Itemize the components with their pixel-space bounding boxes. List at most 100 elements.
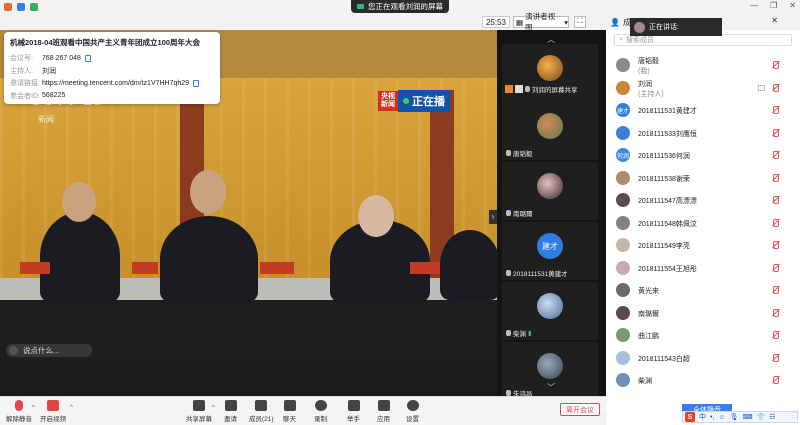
members-icon	[255, 400, 268, 411]
mic-muted-icon[interactable]	[771, 151, 779, 159]
mic-muted-icon[interactable]	[771, 106, 779, 114]
punctuation-icon[interactable]: •,	[710, 414, 714, 421]
video-button[interactable]: 开启视频	[40, 400, 66, 423]
chevron-up-icon[interactable]: ^	[32, 405, 35, 411]
avatar	[537, 113, 563, 139]
mic-muted-icon[interactable]	[771, 353, 779, 362]
video-tile[interactable]: 建才 2018111531黄建才	[502, 222, 598, 280]
member-name: 柴渊	[638, 378, 652, 385]
chat-hint[interactable]: 说点什么...	[6, 344, 92, 357]
copy-icon[interactable]	[84, 54, 91, 62]
mic-muted-icon[interactable]	[771, 83, 779, 92]
invite-button[interactable]: 邀请	[224, 400, 237, 423]
mic-icon[interactable]: 🎙	[730, 413, 739, 421]
share-screen-button[interactable]: 共享屏幕	[186, 400, 212, 423]
mic-muted-icon[interactable]	[771, 218, 779, 227]
member-row[interactable]: 曲江鹏	[606, 324, 800, 346]
screen-share-icon	[758, 84, 765, 91]
apps-icon	[377, 400, 390, 411]
record-button[interactable]: 录制	[314, 400, 327, 423]
fullscreen-button[interactable]: ⛶	[574, 16, 586, 28]
video-tile[interactable]: 南璐爾	[502, 162, 598, 220]
member-row[interactable]: 何润 2018111536何润	[606, 144, 800, 166]
member-name: 2018111538谢荣	[638, 175, 690, 183]
gear-icon	[406, 400, 419, 411]
signal-icon[interactable]	[30, 3, 38, 11]
member-row[interactable]: 2018111547高漂漂	[606, 189, 800, 211]
chevron-up-icon[interactable]: ^	[212, 405, 215, 411]
settings-button[interactable]: 设置	[406, 400, 419, 423]
close-panel-icon[interactable]: ✕	[771, 16, 778, 25]
camera-off-icon	[47, 400, 59, 411]
collapse-thumbnails-icon[interactable]: ›	[489, 210, 497, 224]
video-tile[interactable]: 唐韬毅	[502, 102, 598, 160]
shield-icon[interactable]	[17, 3, 25, 11]
member-row[interactable]: 2018111538谢荣	[606, 167, 800, 189]
mic-muted-icon[interactable]	[771, 196, 779, 204]
nameplate	[132, 262, 158, 274]
member-row[interactable]: 2018111533刘鹰恒	[606, 122, 800, 144]
video-tile[interactable]: 柴渊 ▮	[502, 282, 598, 340]
member-name: 2018111554王旭彤	[638, 265, 697, 273]
mic-muted-icon[interactable]	[771, 376, 779, 384]
member-row[interactable]: 2018111548韩佩汶	[606, 212, 800, 234]
member-row[interactable]: 刘润 (主持人)	[606, 77, 800, 99]
members-button[interactable]: 成员(21)	[249, 400, 274, 423]
chevron-up-icon[interactable]: ^	[70, 405, 73, 411]
sharing-banner[interactable]: 您正在观看刘润的屏幕	[351, 0, 449, 13]
minimize-icon[interactable]: —	[750, 1, 758, 10]
meeting-info-card: 机械2018-04班观看中国共产主义青年团成立100周年大会 会议号: 768 …	[4, 32, 220, 104]
avatar	[537, 55, 563, 81]
meeting-title: 机械2018-04班观看中国共产主义青年团成立100周年大会	[10, 38, 201, 47]
mic-icon	[506, 150, 511, 156]
member-row[interactable]: 黄光来	[606, 279, 800, 301]
restore-icon[interactable]: ❐	[770, 1, 777, 10]
mic-muted-icon[interactable]	[771, 286, 779, 294]
mic-muted-icon[interactable]	[771, 263, 779, 272]
chat-icon	[283, 400, 296, 411]
view-mode-button[interactable]: ▦ 演讲者视图 ▾	[513, 12, 569, 32]
avatar	[537, 293, 563, 319]
member-row[interactable]: 建才 2018111531黄建才	[606, 99, 800, 121]
mic-icon	[506, 330, 511, 336]
chat-button[interactable]: 聊天	[283, 400, 296, 423]
avatar	[616, 125, 630, 140]
ime-toolbar[interactable]: S 中 •, ☺ 🎙 ⌨ 👕 ☷	[682, 411, 798, 423]
ime-mode[interactable]: 中	[699, 412, 706, 422]
mic-muted-icon[interactable]	[771, 241, 779, 249]
mic-muted-icon[interactable]	[771, 128, 779, 137]
mic-icon	[525, 85, 530, 92]
raise-hand-button[interactable]: 举手	[347, 400, 360, 423]
avatar: 建才	[537, 233, 563, 259]
menu-icon[interactable]: ☷	[769, 413, 775, 421]
mic-icon	[506, 270, 511, 276]
member-name: 2018111543白超	[638, 355, 690, 363]
member-name: 唐韬毅	[638, 58, 659, 65]
close-icon[interactable]: ✕	[789, 1, 796, 10]
member-row[interactable]: 南璐爾	[606, 302, 800, 324]
copy-icon[interactable]	[193, 79, 200, 87]
nameplate	[20, 262, 50, 274]
mic-muted-icon[interactable]	[771, 173, 779, 182]
member-name: 2018111548韩佩汶	[638, 220, 697, 228]
member-row[interactable]: 2018111554王旭彤	[606, 257, 800, 279]
mute-button[interactable]: 解除静音	[6, 400, 32, 423]
member-name: 2018111536何润	[638, 153, 690, 160]
chevron-down-icon: ▾	[564, 17, 568, 27]
apps-button[interactable]: 应用	[377, 400, 390, 423]
chevron-down-icon[interactable]: ﹀	[547, 382, 555, 393]
member-row[interactable]: 柴渊	[606, 369, 800, 391]
member-row[interactable]: 2018111543白超	[606, 347, 800, 369]
mic-muted-icon[interactable]	[771, 331, 779, 339]
keyboard-icon[interactable]: ⌨	[742, 413, 752, 421]
emoji-icon[interactable]: ☺	[718, 414, 725, 421]
member-name: 刘润	[638, 80, 652, 88]
mic-muted-icon[interactable]	[771, 308, 779, 317]
member-role: (我)	[638, 68, 650, 75]
mic-muted-icon[interactable]	[771, 61, 779, 69]
member-name: 曲江鹏	[638, 333, 659, 340]
member-row[interactable]: 唐韬毅 (我)	[606, 54, 800, 76]
member-row[interactable]: 2018111549李亮	[606, 234, 800, 256]
skin-icon[interactable]: 👕	[757, 413, 766, 421]
leave-meeting-button[interactable]: 离开会议	[560, 403, 600, 416]
